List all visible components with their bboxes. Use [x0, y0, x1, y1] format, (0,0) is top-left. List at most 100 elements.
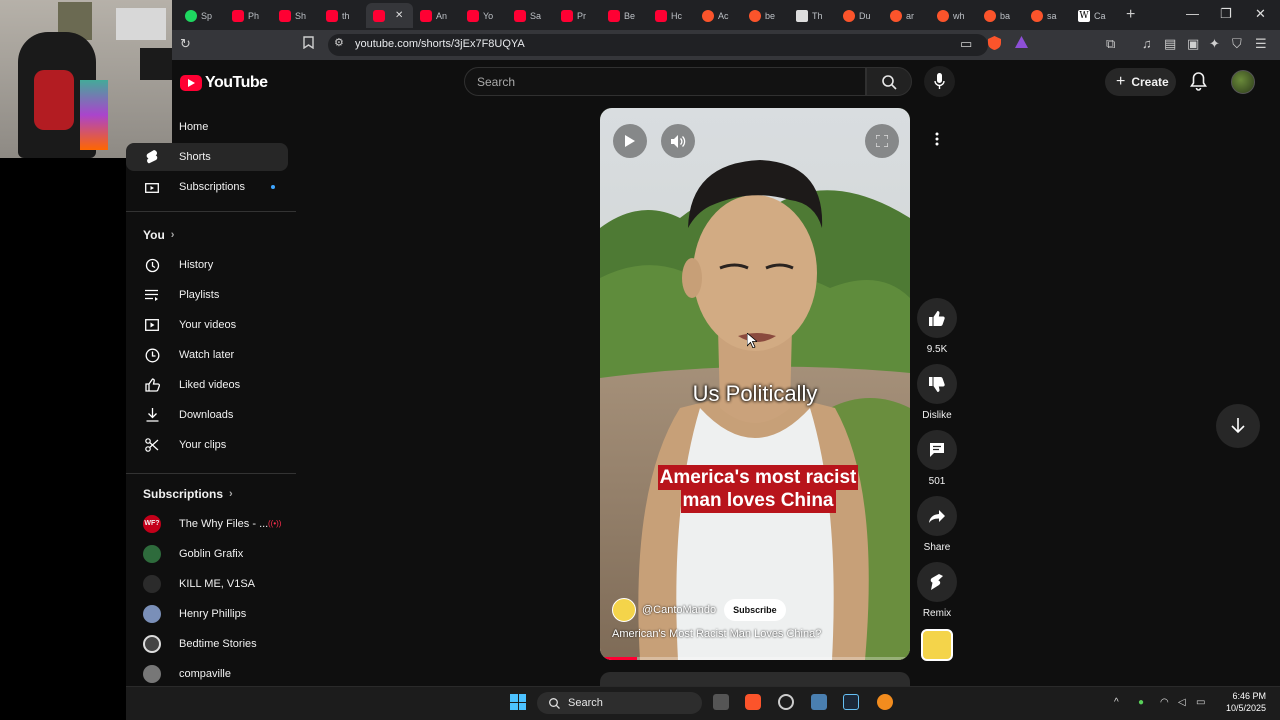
settings-app-icon[interactable]: [778, 694, 794, 710]
sound-thumbnail[interactable]: [921, 629, 953, 661]
sidebar-item-subscriptions[interactable]: Subscriptions: [126, 173, 288, 201]
restore-button[interactable]: ❐: [1220, 6, 1232, 22]
channel-name[interactable]: @CantoMando: [642, 604, 716, 616]
browser-tab[interactable]: be: [742, 3, 789, 28]
browser-tab[interactable]: sa: [1024, 3, 1071, 28]
volume-tray-icon[interactable]: ◁: [1178, 697, 1186, 708]
browser-tab[interactable]: Ac: [695, 3, 742, 28]
search-input[interactable]: Search: [464, 67, 866, 96]
screenshot-app-icon[interactable]: [811, 694, 827, 710]
close-tab-icon[interactable]: ✕: [395, 10, 403, 21]
sidebar-item-shorts[interactable]: Shorts: [126, 143, 288, 171]
youtube-logo[interactable]: YouTube: [180, 74, 268, 92]
browser-tab[interactable]: Ph: [225, 3, 272, 28]
subscribe-button[interactable]: Subscribe: [724, 599, 786, 621]
url-text[interactable]: youtube.com/shorts/3jEx7F8UQYA: [355, 38, 525, 50]
bookmark-icon[interactable]: [303, 36, 314, 52]
next-short-preview[interactable]: [600, 672, 910, 686]
play-button[interactable]: [613, 124, 647, 158]
browser-tab[interactable]: Sa: [507, 3, 554, 28]
brave-rewards-icon[interactable]: [1015, 36, 1028, 51]
sidebar-item-liked-videos[interactable]: Liked videos: [126, 371, 288, 399]
taskbar-clock[interactable]: 6:46 PM 10/5/2025: [1216, 690, 1266, 714]
fullscreen-button[interactable]: [865, 124, 899, 158]
sidebar-item-history[interactable]: History: [126, 251, 288, 279]
brave-browser-icon[interactable]: [745, 694, 761, 710]
browser-tab[interactable]: Yo: [460, 3, 507, 28]
more-options-button[interactable]: [920, 122, 954, 156]
sidebar-subscription-item[interactable]: WF? The Why Files - ... ((•)): [126, 510, 288, 538]
obs-app-icon[interactable]: [877, 694, 893, 710]
tray-overflow-icon[interactable]: ^: [1114, 697, 1119, 708]
sidebar-item-playlists[interactable]: Playlists: [126, 281, 288, 309]
browser-tab[interactable]: Be: [601, 3, 648, 28]
microphone-tray-icon[interactable]: ●: [1138, 697, 1144, 708]
menu-icon[interactable]: ☰: [1255, 36, 1267, 52]
extensions-icon[interactable]: ⧉: [1106, 36, 1115, 52]
browser-tab[interactable]: th: [319, 3, 366, 28]
browser-tab[interactable]: ✕: [366, 3, 413, 28]
sidebar-subscription-item[interactable]: KILL ME, V1SA: [126, 570, 288, 598]
tab-title: Be: [624, 10, 636, 21]
voice-search-button[interactable]: [924, 66, 955, 97]
steam-icon[interactable]: [843, 694, 859, 710]
sidebar-item-watch-later[interactable]: Watch later: [126, 341, 288, 369]
sidebar-item-downloads[interactable]: Downloads: [126, 401, 288, 429]
browser-tab[interactable]: Hc: [648, 3, 695, 28]
browser-tab[interactable]: An: [413, 3, 460, 28]
short-title[interactable]: American's Most Racist Man Loves China?: [612, 628, 821, 640]
next-short-button[interactable]: [1216, 404, 1260, 448]
shorts-player[interactable]: Us Politically America's most racist man…: [600, 108, 910, 660]
task-view-icon[interactable]: [713, 694, 729, 710]
browser-tab[interactable]: wh: [930, 3, 977, 28]
notifications-button[interactable]: [1190, 72, 1207, 94]
progress-bar[interactable]: [600, 657, 910, 660]
history-icon: [143, 256, 161, 274]
taskbar-search[interactable]: Search: [537, 692, 702, 714]
reload-icon[interactable]: ↻: [180, 36, 191, 52]
sidebar-subscription-item[interactable]: compaville: [126, 660, 288, 688]
brave-shields-icon[interactable]: [988, 36, 1001, 53]
sidebar-toggle-icon[interactable]: ▤: [1164, 36, 1176, 52]
share-button[interactable]: Share: [917, 496, 957, 553]
sidebar-item-home[interactable]: Home: [126, 113, 288, 141]
wallet-icon[interactable]: ▣: [1187, 36, 1199, 52]
browser-tab[interactable]: Du: [836, 3, 883, 28]
mouse-cursor-icon: [747, 333, 757, 348]
media-controls-icon[interactable]: ♫: [1142, 36, 1152, 51]
sidebar-you-heading[interactable]: You ›: [143, 228, 174, 242]
vpn-icon[interactable]: ⛉: [1232, 36, 1242, 52]
browser-tab[interactable]: ba: [977, 3, 1024, 28]
sidebar-subscription-item[interactable]: Goblin Grafix: [126, 540, 288, 568]
channel-avatar[interactable]: [612, 598, 636, 622]
wifi-icon[interactable]: ◠: [1160, 697, 1169, 708]
sidebar-subscription-item[interactable]: Bedtime Stories: [126, 630, 288, 658]
leo-ai-icon[interactable]: ✦: [1209, 36, 1220, 52]
mute-button[interactable]: [661, 124, 695, 158]
sidebar-item-your-videos[interactable]: Your videos: [126, 311, 288, 339]
battery-icon[interactable]: ▭: [1196, 697, 1205, 708]
new-tab-button[interactable]: +: [1126, 6, 1135, 24]
browser-tab[interactable]: Sp: [178, 3, 225, 28]
remix-button[interactable]: Remix: [917, 562, 957, 619]
create-button[interactable]: + Create: [1105, 68, 1176, 96]
browser-tab[interactable]: ar: [883, 3, 930, 28]
browser-tab[interactable]: W Ca: [1071, 3, 1118, 28]
sidebar-subscription-item[interactable]: Henry Phillips: [126, 600, 288, 628]
browser-tab[interactable]: Th: [789, 3, 836, 28]
comments-button[interactable]: 501: [917, 430, 957, 487]
windows-start-icon[interactable]: [510, 694, 526, 710]
search-button[interactable]: [866, 67, 912, 96]
browser-tab[interactable]: Pr: [554, 3, 601, 28]
dislike-button[interactable]: Dislike: [917, 364, 957, 421]
site-info-icon[interactable]: ⚙: [334, 36, 344, 49]
screen-share-icon[interactable]: ▭: [960, 36, 972, 52]
create-label: Create: [1131, 75, 1169, 89]
close-window-button[interactable]: ✕: [1255, 6, 1266, 22]
minimize-button[interactable]: —: [1186, 6, 1199, 21]
sidebar-subscriptions-heading[interactable]: Subscriptions ›: [143, 487, 233, 501]
like-button[interactable]: 9.5K: [917, 298, 957, 355]
browser-tab[interactable]: Sh: [272, 3, 319, 28]
account-avatar[interactable]: [1231, 70, 1255, 94]
sidebar-item-your-clips[interactable]: Your clips: [126, 431, 288, 459]
